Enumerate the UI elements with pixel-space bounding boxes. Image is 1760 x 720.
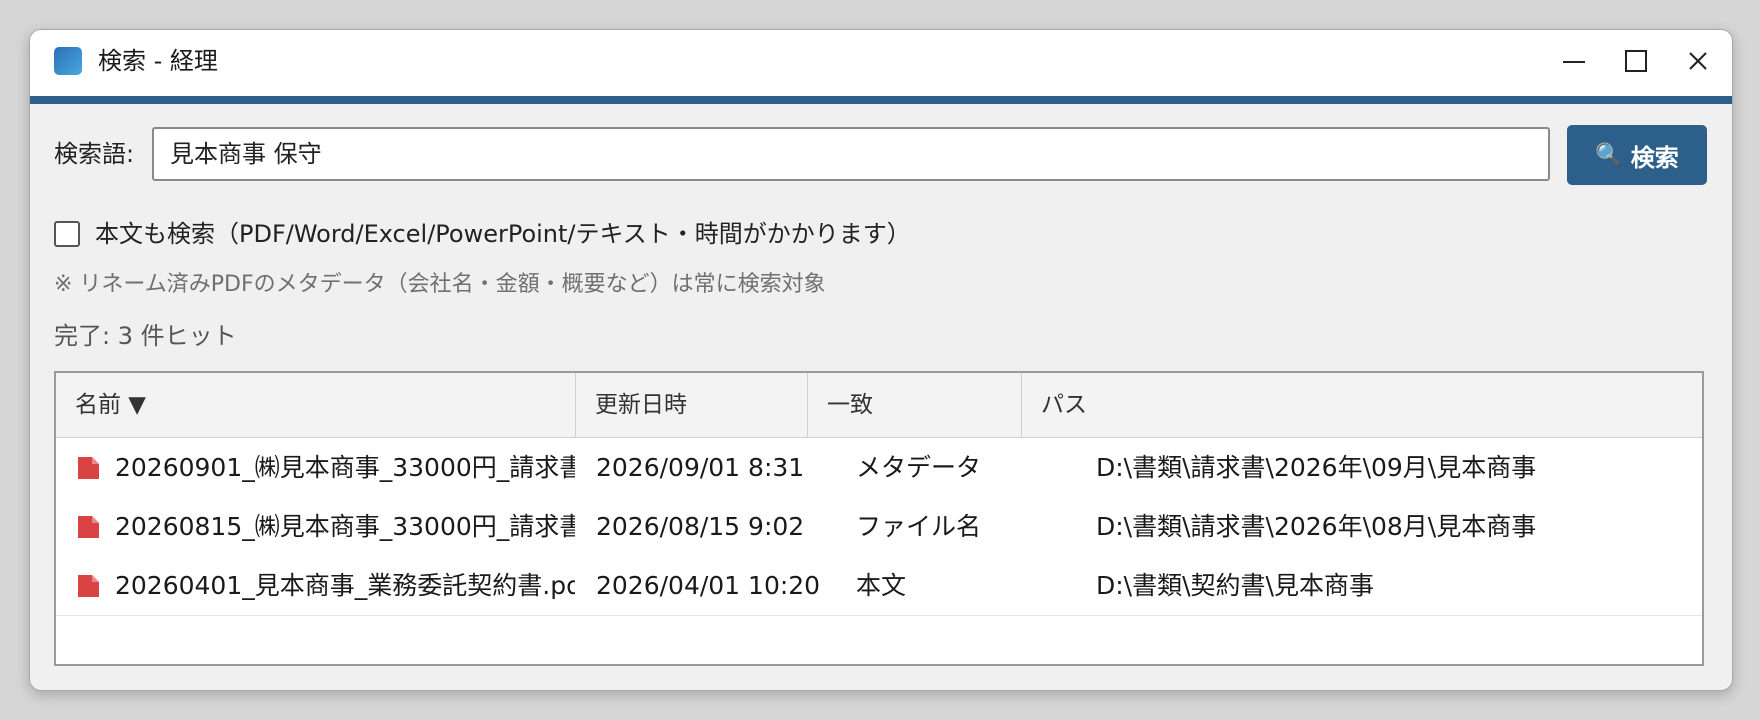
- modified-date: 2026/09/01 8:31: [596, 453, 805, 482]
- search-input[interactable]: 見本商事 保守: [152, 127, 1550, 181]
- match-type: 本文: [856, 571, 907, 600]
- file-name: 20260815_㈱見本商事_33000円_請求書.pdf: [115, 512, 575, 541]
- modified-date: 2026/04/01 10:20: [596, 571, 821, 600]
- pdf-file-icon: [78, 575, 99, 597]
- file-name: 20260401_見本商事_業務委託契約書.pdf: [115, 571, 575, 600]
- match-type: ファイル名: [856, 512, 982, 541]
- title-bar: 検索 - 経理: [30, 30, 1732, 104]
- file-path: D:\書類\請求書\2026年\09月\見本商事: [1096, 453, 1537, 482]
- table-row[interactable]: 20260901_㈱見本商事_33000円_請求書.pdf 2026/09/01…: [56, 438, 1702, 498]
- search-label: 検索語:: [54, 140, 135, 168]
- pdf-file-icon: [78, 516, 99, 538]
- table-row[interactable]: 20260401_見本商事_業務委託契約書.pdf 2026/04/01 10:…: [56, 556, 1702, 616]
- file-path: D:\書類\請求書\2026年\08月\見本商事: [1096, 512, 1537, 541]
- results-table: 名前 ▼ 更新日時 一致 パス 20260901_㈱見本商事_33000円_請求…: [54, 371, 1704, 666]
- fulltext-checkbox-label[interactable]: 本文も検索（PDF/Word/Excel/PowerPoint/テキスト・時間が…: [95, 218, 911, 250]
- pdf-file-icon: [78, 457, 99, 479]
- maximize-icon: [1625, 50, 1647, 72]
- minimize-icon: [1563, 61, 1585, 63]
- window-title: 検索 - 経理: [98, 47, 218, 75]
- match-type: メタデータ: [856, 453, 982, 482]
- column-header-date[interactable]: 更新日時: [576, 373, 808, 437]
- file-name: 20260901_㈱見本商事_33000円_請求書.pdf: [115, 453, 575, 482]
- close-icon: [1689, 52, 1707, 70]
- app-icon: [54, 47, 82, 75]
- column-header-path[interactable]: パス: [1022, 373, 1702, 437]
- table-row[interactable]: 20260815_㈱見本商事_33000円_請求書.pdf 2026/08/15…: [56, 497, 1702, 557]
- column-header-name[interactable]: 名前 ▼: [56, 373, 576, 437]
- search-icon: 🔍: [1595, 142, 1623, 168]
- search-window: 検索 - 経理 検索語: 見本商事 保守 🔍 検索 本文も検索（PDF/Word…: [29, 29, 1733, 691]
- table-header: 名前 ▼ 更新日時 一致 パス: [56, 373, 1702, 438]
- fulltext-checkbox[interactable]: [54, 221, 80, 247]
- minimize-button[interactable]: [1552, 42, 1596, 82]
- close-button[interactable]: [1676, 42, 1720, 82]
- search-button[interactable]: 🔍 検索: [1567, 125, 1707, 185]
- maximize-button[interactable]: [1614, 42, 1658, 82]
- modified-date: 2026/08/15 9:02: [596, 512, 805, 541]
- search-button-label: 検索: [1630, 143, 1679, 172]
- file-path: D:\書類\契約書\見本商事: [1096, 571, 1374, 600]
- status-text: 完了: 3 件ヒット: [54, 322, 237, 350]
- metadata-note: ※ リネーム済みPDFのメタデータ（会社名・金額・概要など）は常に検索対象: [54, 272, 826, 297]
- column-header-match[interactable]: 一致: [808, 373, 1022, 437]
